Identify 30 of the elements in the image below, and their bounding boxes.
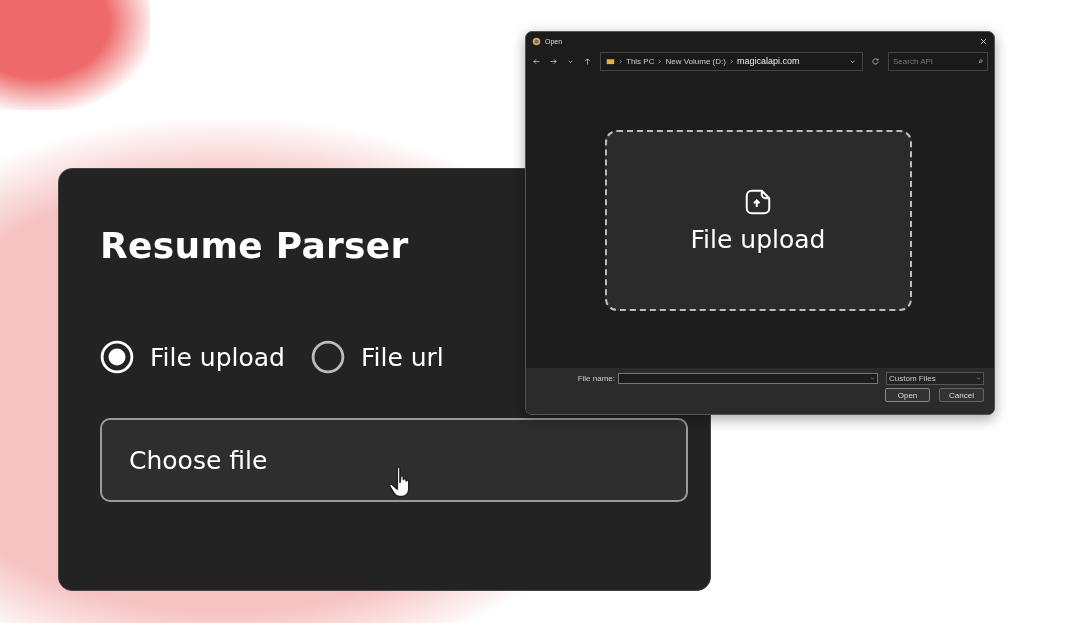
forward-arrow-icon[interactable] [549,56,558,66]
file-name-field[interactable] [618,373,878,384]
drop-zone[interactable]: File upload [604,129,912,311]
choose-file-button[interactable]: Choose file [100,418,688,502]
up-arrow-icon[interactable] [583,56,592,66]
chevron-right-icon [728,58,734,64]
radio-option[interactable]: File url [310,340,444,374]
file-type-dropdown[interactable]: Custom Files [886,372,984,385]
card-title: Resume Parser [100,225,410,266]
breadcrumb-item[interactable]: This PC [626,56,655,66]
chevron-down-icon [976,376,981,381]
search-icon[interactable] [978,58,983,64]
breadcrumb-item[interactable]: New Volume (D:) [665,56,726,66]
dialog-button[interactable]: Cancel [939,388,984,402]
breadcrumb-item[interactable]: magicalapi.com [736,56,800,66]
chevron-right-icon [657,58,663,64]
drop-zone-label: File upload [690,224,826,254]
close-icon[interactable] [979,36,988,46]
back-arrow-icon[interactable] [532,56,541,66]
app-icon [532,36,541,46]
radio-selected-icon[interactable] [100,340,134,374]
radio-option[interactable]: File upload [100,340,285,374]
chevron-right-icon [618,58,623,64]
address-bar[interactable]: This PC New Volume (D:) magicalapi.com [600,51,863,71]
field-label: File name: [577,374,615,383]
refresh-icon[interactable] [871,56,880,66]
folder-icon [606,56,615,66]
dialog-button[interactable]: Open [885,388,930,402]
search-field[interactable]: Search API [888,51,988,71]
radio-empty-icon[interactable] [310,340,345,374]
